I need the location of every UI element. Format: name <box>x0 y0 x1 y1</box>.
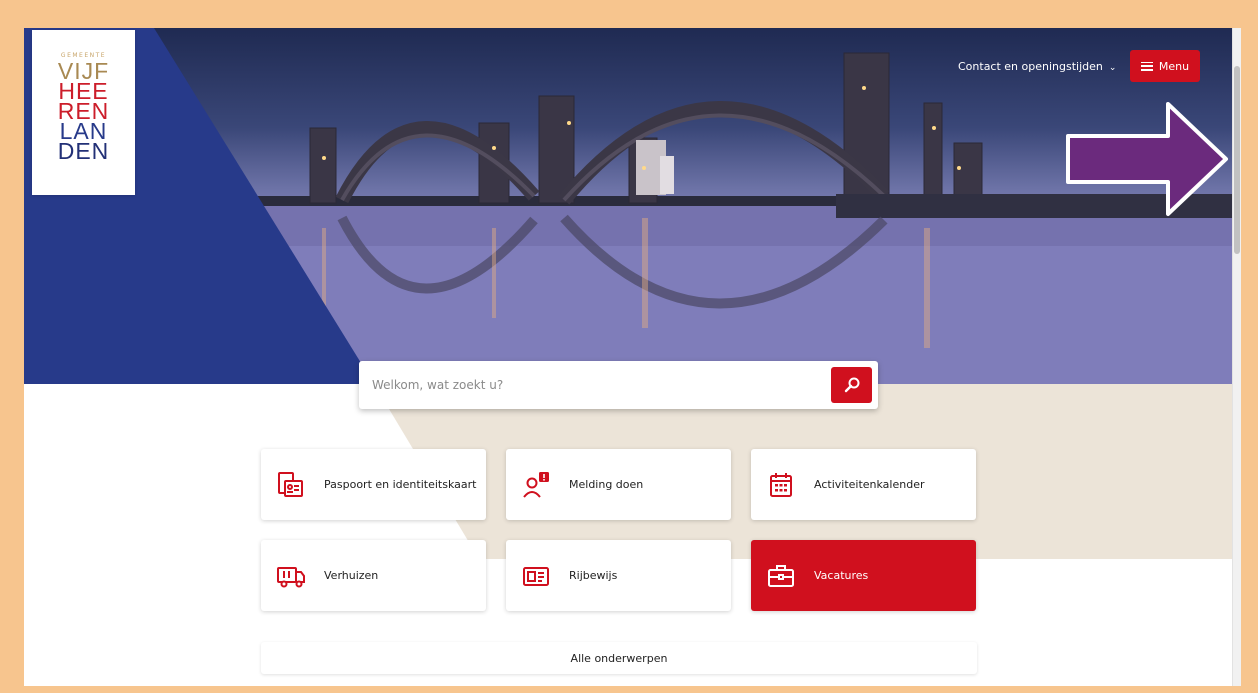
page-scrollbar[interactable] <box>1232 28 1241 686</box>
tile-activiteitenkalender[interactable]: Activiteitenkalender <box>751 449 976 520</box>
passport-icon <box>276 470 306 500</box>
tile-label: Paspoort en identiteitskaart <box>324 478 477 491</box>
tile-label: Melding doen <box>569 478 644 491</box>
briefcase-icon <box>766 561 796 591</box>
tile-paspoort[interactable]: Paspoort en identiteitskaart <box>261 449 486 520</box>
tile-label: Activiteitenkalender <box>814 478 925 491</box>
contact-label: Contact en openingstijden <box>958 60 1103 73</box>
search-icon <box>844 377 859 393</box>
tile-verhuizen[interactable]: Verhuizen <box>261 540 486 611</box>
all-topics-button[interactable]: Alle onderwerpen <box>261 642 977 674</box>
search-button[interactable] <box>831 367 872 403</box>
tile-rijbewijs[interactable]: Rijbewijs <box>506 540 731 611</box>
moving-truck-icon <box>276 561 306 591</box>
annotation-arrow-icon <box>1066 102 1228 216</box>
contact-link[interactable]: Contact en openingstijden ⌄ <box>958 60 1116 73</box>
search-bar <box>359 361 878 409</box>
tile-vacatures[interactable]: Vacatures <box>751 540 976 611</box>
calendar-icon <box>766 470 796 500</box>
hamburger-icon <box>1140 61 1153 71</box>
tile-label: Verhuizen <box>324 569 379 582</box>
municipality-logo[interactable]: GEMEENTE VIJF HEE REN LAN DEN <box>32 30 135 195</box>
logo-line-5: DEN <box>57 138 110 164</box>
chevron-down-icon: ⌄ <box>1108 63 1117 73</box>
browser-viewport: GEMEENTE VIJF HEE REN LAN DEN Contact en… <box>24 28 1241 686</box>
hero-image <box>24 28 1232 384</box>
tile-label: Vacatures <box>814 569 869 582</box>
driving-license-icon <box>521 561 551 591</box>
tile-label: Rijbewijs <box>569 569 618 582</box>
menu-label: Menu <box>1158 59 1190 73</box>
tile-melding[interactable]: Melding doen <box>506 449 731 520</box>
scrollbar-thumb[interactable] <box>1234 66 1240 254</box>
search-input[interactable] <box>372 378 812 392</box>
report-person-icon <box>521 470 551 500</box>
menu-button[interactable]: Menu <box>1130 50 1200 82</box>
